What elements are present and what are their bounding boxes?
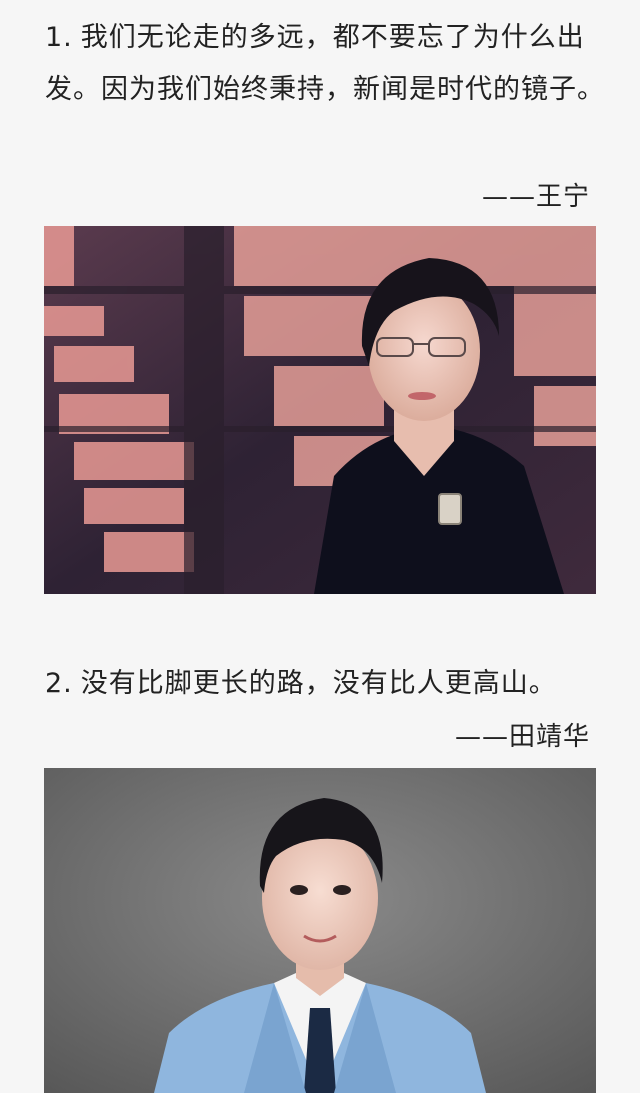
quote-1-author: ——王宁	[481, 182, 590, 212]
quote-2-author: ——田靖华	[454, 722, 590, 752]
portrait-photo-1	[44, 226, 596, 594]
portrait-photo-2	[44, 768, 596, 1093]
quote-2-body: 没有比脚更长的路，没有比人更高山。	[80, 668, 557, 699]
quote-2-number: 2.	[45, 668, 73, 699]
quote-2-text: 2. 没有比脚更长的路，没有比人更高山。	[45, 658, 605, 710]
quote-1-body: 我们无论走的多远，都不要忘了为什么出发。因为我们始终秉持，新闻是时代的镜子。	[45, 22, 605, 105]
article-page: 1. 我们无论走的多远，都不要忘了为什么出发。因为我们始终秉持，新闻是时代的镜子。…	[0, 0, 640, 1093]
quote-1-number: 1.	[45, 22, 73, 53]
portrait-1-graphic	[44, 226, 596, 594]
quote-1-text: 1. 我们无论走的多远，都不要忘了为什么出发。因为我们始终秉持，新闻是时代的镜子。	[45, 12, 605, 116]
portrait-2-graphic	[44, 768, 596, 1093]
